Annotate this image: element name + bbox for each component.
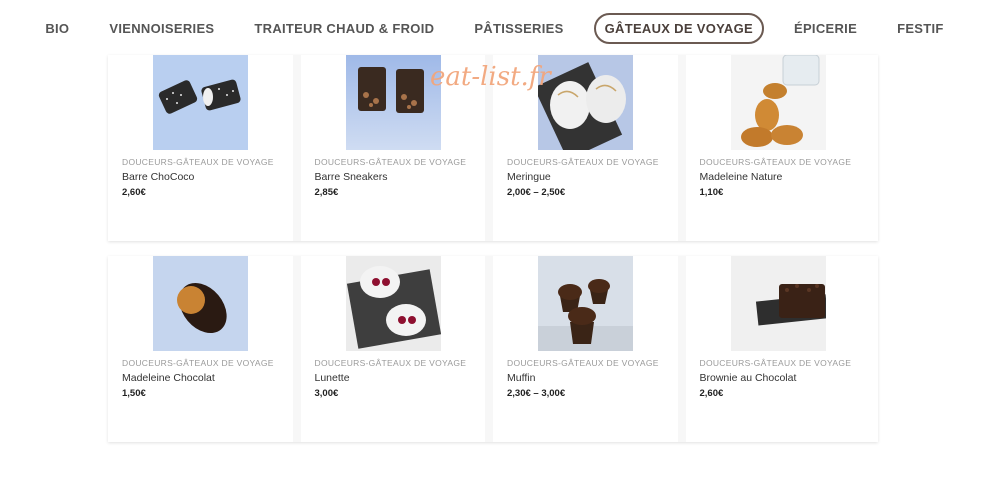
meringue-photo[interactable] — [538, 55, 633, 150]
product-row: DOUCEURS-GÂTEAUX DE VOYAGE Madeleine Cho… — [108, 256, 878, 442]
product-name[interactable]: Muffin — [507, 372, 677, 384]
product-price: 2,60€ — [699, 388, 724, 399]
product-category: DOUCEURS-GÂTEAUX DE VOYAGE — [507, 157, 659, 167]
product-card[interactable]: DOUCEURS-GÂTEAUX DE VOYAGE Barre Sneaker… — [300, 55, 493, 241]
product-category: DOUCEURS-GÂTEAUX DE VOYAGE — [122, 157, 274, 167]
product-name[interactable]: Madeleine Chocolat — [122, 372, 292, 384]
product-price: 2,00€ – 2,50€ — [507, 187, 566, 198]
product-price: 1,50€ — [122, 388, 146, 399]
nav-item-bio[interactable]: BIO — [35, 14, 79, 43]
product-name[interactable]: Barre Sneakers — [315, 171, 485, 183]
product-name[interactable]: Madeleine Nature — [700, 171, 870, 183]
product-card[interactable]: DOUCEURS-GÂTEAUX DE VOYAGE Madeleine Nat… — [685, 55, 878, 241]
product-card[interactable]: DOUCEURS-GÂTEAUX DE VOYAGE Muffin 2,30€ … — [493, 256, 686, 442]
sneakers-bar-photo[interactable] — [345, 55, 441, 150]
product-row: DOUCEURS-GÂTEAUX DE VOYAGE Barre ChoCoco… — [108, 55, 878, 241]
chococo-bar-photo[interactable] — [153, 55, 248, 150]
product-category: DOUCEURS-GÂTEAUX DE VOYAGE — [314, 157, 467, 167]
product-card[interactable]: DOUCEURS-GÂTEAUX DE VOYAGE Lunette 3,00€ — [300, 256, 493, 442]
nav-item-epicerie[interactable]: ÉPICERIE — [784, 14, 867, 43]
product-price: 2,85€ — [314, 187, 339, 198]
madeleine-nature-photo[interactable] — [730, 55, 826, 150]
product-name[interactable]: Barre ChoCoco — [122, 171, 292, 183]
product-price: 3,00€ — [314, 388, 339, 399]
product-category: DOUCEURS-GÂTEAUX DE VOYAGE — [314, 358, 467, 368]
product-card[interactable]: DOUCEURS-GÂTEAUX DE VOYAGE Barre ChoCoco… — [108, 55, 301, 241]
muffin-photo[interactable] — [538, 256, 633, 351]
product-name[interactable]: Lunette — [315, 372, 485, 384]
product-card[interactable]: DOUCEURS-GÂTEAUX DE VOYAGE Meringue 2,00… — [493, 55, 686, 241]
product-price: 1,10€ — [699, 187, 724, 198]
nav-item-festif[interactable]: FESTIF — [887, 14, 954, 43]
lunette-photo[interactable] — [345, 256, 441, 351]
product-category: DOUCEURS-GÂTEAUX DE VOYAGE — [507, 358, 659, 368]
product-price: 2,60€ — [122, 187, 146, 198]
product-name[interactable]: Meringue — [507, 171, 677, 183]
brownie-photo[interactable] — [730, 256, 826, 351]
nav-item-gateaux-de-voyage[interactable]: GÂTEAUX DE VOYAGE — [593, 12, 764, 44]
product-card[interactable]: DOUCEURS-GÂTEAUX DE VOYAGE Madeleine Cho… — [108, 256, 301, 442]
category-nav: BIO VIENNOISERIES TRAITEUR CHAUD & FROID… — [0, 10, 989, 46]
product-category: DOUCEURS-GÂTEAUX DE VOYAGE — [699, 157, 852, 167]
product-category: DOUCEURS-GÂTEAUX DE VOYAGE — [122, 358, 274, 368]
nav-item-viennoiseries[interactable]: VIENNOISERIES — [99, 14, 224, 43]
product-price: 2,30€ – 3,00€ — [507, 388, 566, 399]
nav-item-patisseries[interactable]: PÂTISSERIES — [464, 14, 573, 43]
product-category: DOUCEURS-GÂTEAUX DE VOYAGE — [699, 358, 852, 368]
product-name[interactable]: Brownie au Chocolat — [700, 372, 870, 384]
nav-item-traiteur[interactable]: TRAITEUR CHAUD & FROID — [244, 14, 444, 43]
madeleine-chocolat-photo[interactable] — [153, 256, 248, 351]
product-card[interactable]: DOUCEURS-GÂTEAUX DE VOYAGE Brownie au Ch… — [685, 256, 878, 442]
